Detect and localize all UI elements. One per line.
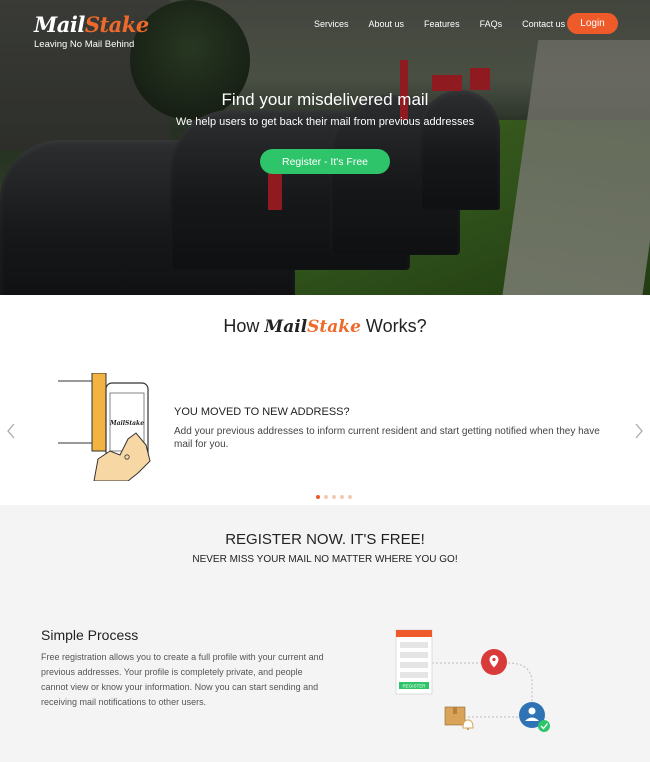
how-it-works-section: How MailStake Works? MailStake YOU MOVED… xyxy=(0,295,650,505)
register-title: REGISTER NOW. IT'S FREE! xyxy=(225,531,425,548)
process-description: Free registration allows you to create a… xyxy=(41,652,324,707)
register-free-button[interactable]: Register - It's Free xyxy=(260,149,390,174)
carousel-dot[interactable] xyxy=(340,495,344,499)
carousel-dot[interactable] xyxy=(348,495,352,499)
carousel-indicators xyxy=(316,495,356,499)
location-pin-icon xyxy=(481,649,507,675)
user-verified-icon xyxy=(519,702,550,732)
logo-tagline: Leaving No Mail Behind xyxy=(34,39,135,50)
phone-door-illustration: MailStake xyxy=(58,373,151,481)
phone-screen-brand: MailStake xyxy=(109,420,144,427)
package-bell-icon xyxy=(444,706,474,731)
register-subtitle: NEVER MISS YOUR MAIL NO MATTER WHERE YOU… xyxy=(192,554,458,565)
carousel-prev-icon[interactable] xyxy=(5,422,17,440)
how-title-brand: MailStake xyxy=(264,317,361,337)
carousel-dot[interactable] xyxy=(324,495,328,499)
logo-wordmark: MailStake xyxy=(34,12,149,37)
nav-faqs[interactable]: FAQs xyxy=(480,19,503,29)
hero-subtitle: We help users to get back their mail fro… xyxy=(175,116,475,128)
main-nav: Services About us Features FAQs Contact … xyxy=(314,13,618,34)
registration-form-icon: REGISTER xyxy=(395,629,433,695)
slide-description: Add your previous addresses to inform cu… xyxy=(174,426,600,450)
hero-banner: MailStake Leaving No Mail Behind Service… xyxy=(0,0,650,295)
carousel-dot[interactable] xyxy=(316,495,320,499)
hero-title: Find your misdelivered mail xyxy=(221,90,429,109)
form-register-label: REGISTER xyxy=(402,684,426,689)
login-button[interactable]: Login xyxy=(567,13,618,34)
process-title: Simple Process xyxy=(41,627,139,643)
nav-features[interactable]: Features xyxy=(424,19,460,29)
how-title: How MailStake Works? xyxy=(223,316,427,337)
nav-contact-us[interactable]: Contact us xyxy=(522,19,565,29)
process-diagram: REGISTER xyxy=(395,629,550,732)
slide-heading: YOU MOVED TO NEW ADDRESS? xyxy=(174,406,350,418)
nav-services[interactable]: Services xyxy=(314,19,349,29)
carousel-next-icon[interactable] xyxy=(633,422,645,440)
carousel-dot[interactable] xyxy=(332,495,336,499)
site-logo[interactable]: MailStake Leaving No Mail Behind xyxy=(34,12,149,50)
nav-about-us[interactable]: About us xyxy=(369,19,405,29)
